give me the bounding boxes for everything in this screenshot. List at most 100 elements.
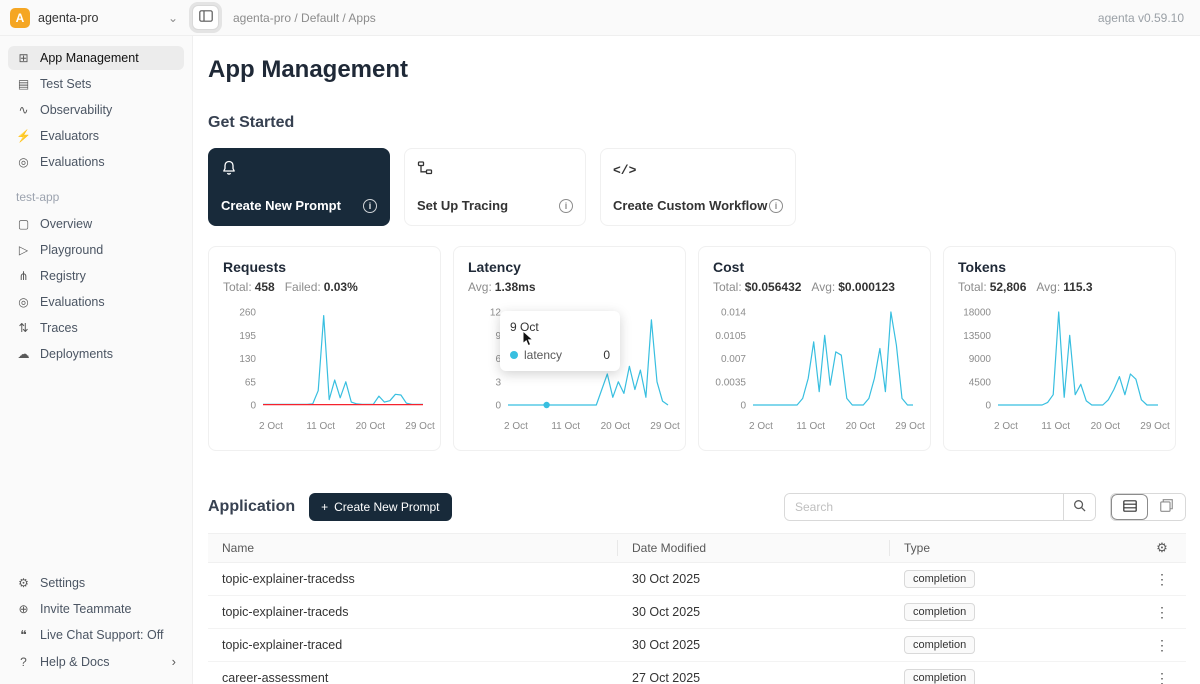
- svg-text:18000: 18000: [963, 308, 991, 319]
- stat-value: 1.38ms: [495, 280, 536, 294]
- application-heading: Application: [208, 498, 295, 516]
- svg-text:0: 0: [495, 401, 501, 412]
- sidebar-item-app-management[interactable]: ⊞App Management: [8, 46, 184, 70]
- svg-text:13500: 13500: [963, 331, 991, 342]
- svg-text:20 Oct: 20 Oct: [846, 421, 876, 432]
- sidebar-item-label: Deployments: [40, 347, 113, 361]
- svg-text:0: 0: [985, 401, 991, 412]
- create-button-label: Create New Prompt: [334, 500, 439, 514]
- sidebar-item-help-docs[interactable]: ?Help & Docs›: [8, 649, 184, 674]
- stat-chart: 00.00350.0070.01050.0142 Oct11 Oct20 Oct…: [713, 300, 918, 440]
- svg-text:29 Oct: 29 Oct: [1140, 421, 1170, 432]
- cell-date-modified: 30 Oct 2025: [618, 605, 890, 619]
- table-view-button[interactable]: [1111, 494, 1148, 520]
- search-button[interactable]: [1063, 494, 1095, 520]
- application-header: Application + Create New Prompt: [208, 493, 1186, 521]
- get-started-heading: Get Started: [208, 114, 1186, 132]
- row-menu-kebab-icon[interactable]: ⋮: [1149, 569, 1175, 590]
- sidebar-item-evaluations[interactable]: ◎Evaluations: [8, 290, 184, 314]
- table-row[interactable]: topic-explainer-tracedss30 Oct 2025compl…: [208, 563, 1186, 596]
- sidebar-item-label: Test Sets: [40, 77, 91, 91]
- type-badge: completion: [904, 603, 975, 621]
- column-header-name[interactable]: Name: [208, 540, 618, 556]
- stat-value: 0.03%: [324, 280, 358, 294]
- sidebar-toggle-button[interactable]: [192, 5, 219, 30]
- table-settings-gear-icon[interactable]: ⚙: [1156, 540, 1168, 556]
- table-header: Name Date Modified Type ⚙: [208, 533, 1186, 563]
- search-icon: [1073, 499, 1086, 515]
- sidebar-item-label: Settings: [40, 576, 85, 590]
- sidebar-item-evaluations[interactable]: ◎Evaluations: [8, 150, 184, 174]
- sidebar-item-playground[interactable]: ▷Playground: [8, 238, 184, 262]
- stat-card-requests[interactable]: RequestsTotal:458Failed:0.03%06513019526…: [208, 246, 441, 451]
- table-row[interactable]: topic-explainer-traceds30 Oct 2025comple…: [208, 596, 1186, 629]
- svg-text:29 Oct: 29 Oct: [895, 421, 925, 432]
- cell-actions: ⋮: [1138, 569, 1186, 590]
- row-menu-kebab-icon[interactable]: ⋮: [1149, 602, 1175, 623]
- workspace-switcher[interactable]: A agenta-pro ⌄: [0, 8, 178, 28]
- stat-label: Avg:: [468, 280, 492, 294]
- cell-name: topic-explainer-tracedss: [208, 572, 618, 586]
- create-new-prompt-card[interactable]: Create New Prompt i: [208, 148, 390, 226]
- sidebar-item-overview[interactable]: ▢ Overview: [8, 212, 184, 236]
- sidebar-item-deployments[interactable]: ☁Deployments: [8, 342, 184, 366]
- info-icon[interactable]: i: [559, 199, 573, 213]
- row-menu-kebab-icon[interactable]: ⋮: [1149, 668, 1175, 684]
- create-custom-workflow-card[interactable]: </> Create Custom Workflow i: [600, 148, 796, 226]
- sidebar-item-label: Evaluations: [40, 155, 105, 169]
- stat-card-cost[interactable]: CostTotal:$0.056432Avg:$0.00012300.00350…: [698, 246, 931, 451]
- sidebar: ⊞App Management▤Test Sets∿Observability⚡…: [0, 36, 193, 684]
- svg-text:29 Oct: 29 Oct: [650, 421, 680, 432]
- help-question-icon: ?: [16, 655, 31, 669]
- sidebar-item-traces[interactable]: ⇅Traces: [8, 316, 184, 340]
- table-row[interactable]: career-assessment27 Oct 2025completion⋮: [208, 662, 1186, 684]
- evaluators-lightning-icon: ⚡: [16, 129, 31, 143]
- stat-title: Latency: [468, 259, 671, 275]
- cell-type: completion: [890, 636, 1138, 654]
- stat-chart: 0651301952602 Oct11 Oct20 Oct29 Oct: [223, 300, 428, 440]
- topbar: A agenta-pro ⌄ agenta-pro / Default / Ap…: [0, 0, 1200, 36]
- stat-card-tokens[interactable]: TokensTotal:52,806Avg:115.30450090001350…: [943, 246, 1176, 451]
- sidebar-item-label: Overview: [40, 217, 92, 231]
- sidebar-bottom-list: ⚙ Settings ⊕Invite Teammate❝Live Chat Supp…: [8, 571, 184, 676]
- cell-date-modified: 30 Oct 2025: [618, 638, 890, 652]
- stat-label: Total:: [223, 280, 252, 294]
- sidebar-item-live-chat-support-off[interactable]: ❝Live Chat Support: Off: [8, 623, 184, 647]
- info-icon[interactable]: i: [769, 199, 783, 213]
- svg-text:260: 260: [239, 308, 256, 319]
- svg-text:195: 195: [239, 331, 256, 342]
- sidebar-item-invite-teammate[interactable]: ⊕Invite Teammate: [8, 597, 184, 621]
- svg-text:0.007: 0.007: [721, 354, 746, 365]
- create-new-prompt-button[interactable]: + Create New Prompt: [309, 493, 451, 521]
- card-view-button[interactable]: [1148, 494, 1185, 520]
- stat-value: 52,806: [990, 280, 1027, 294]
- search-input[interactable]: [785, 494, 1063, 520]
- svg-text:20 Oct: 20 Oct: [356, 421, 386, 432]
- sidebar-item-observability[interactable]: ∿Observability: [8, 98, 184, 122]
- cell-date-modified: 30 Oct 2025: [618, 572, 890, 586]
- set-up-tracing-card[interactable]: Set Up Tracing i: [404, 148, 586, 226]
- sidebar-item-test-sets[interactable]: ▤Test Sets: [8, 72, 184, 96]
- column-header-type[interactable]: Type: [890, 541, 1138, 555]
- gear-icon: ⚙: [16, 576, 31, 590]
- tracing-icon: [417, 160, 433, 181]
- app-version: agenta v0.59.10: [1098, 11, 1184, 25]
- stat-card-latency[interactable]: LatencyAvg:1.38ms0369122 Oct11 Oct20 Oct…: [453, 246, 686, 451]
- overview-monitor-icon: ▢: [16, 217, 31, 231]
- row-menu-kebab-icon[interactable]: ⋮: [1149, 635, 1175, 656]
- playground-play-icon: ▷: [16, 243, 31, 257]
- svg-text:2 Oct: 2 Oct: [504, 421, 528, 432]
- cell-actions: ⋮: [1138, 668, 1186, 684]
- tooltip-value: 0: [603, 348, 610, 362]
- sidebar-item-evaluators[interactable]: ⚡ Evaluators: [8, 124, 184, 148]
- sidebar-item-label: Evaluators: [40, 129, 99, 143]
- sidebar-item-registry[interactable]: ⋔Registry: [8, 264, 184, 288]
- stat-label: Avg:: [1036, 280, 1060, 294]
- sidebar-item-settings[interactable]: ⚙ Settings: [8, 571, 184, 595]
- column-header-date-modified[interactable]: Date Modified: [618, 540, 890, 556]
- sidebar-item-label: Traces: [40, 321, 78, 335]
- info-icon[interactable]: i: [363, 199, 377, 213]
- table-row[interactable]: topic-explainer-traced30 Oct 2025complet…: [208, 629, 1186, 662]
- workspace-avatar: A: [10, 8, 30, 28]
- cell-actions: ⋮: [1138, 635, 1186, 656]
